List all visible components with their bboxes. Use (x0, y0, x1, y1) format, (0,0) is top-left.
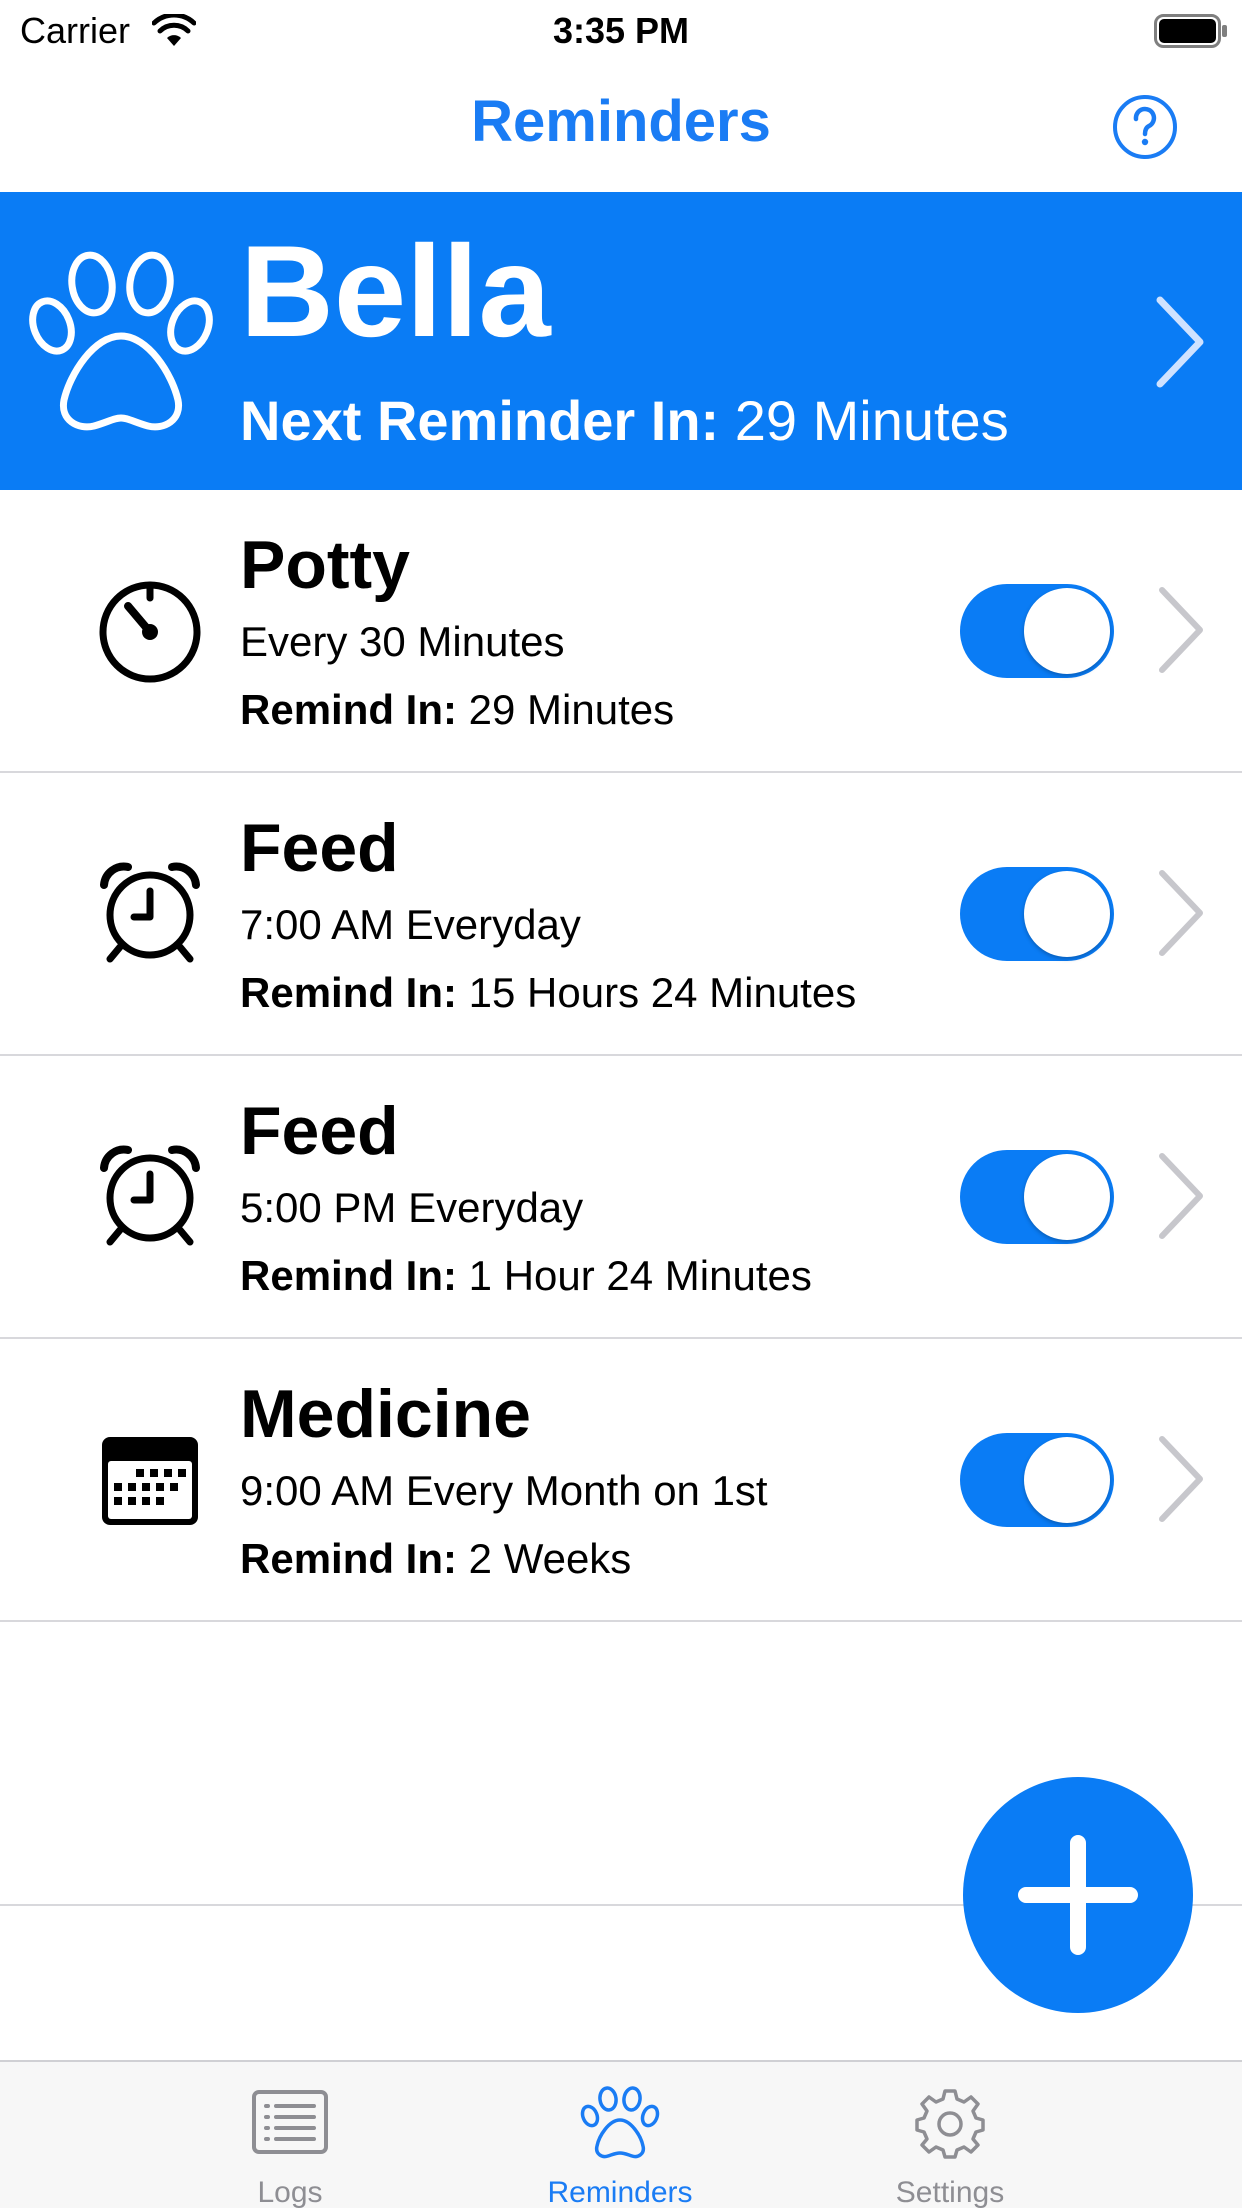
next-reminder-label: Next Reminder In: (240, 389, 720, 452)
reminder-row[interactable]: Medicine 9:00 AM Every Month on 1st Remi… (0, 1339, 1242, 1622)
chevron-right-icon (1159, 1436, 1203, 1522)
tab-bar: Logs Reminders Settings (0, 2060, 1242, 2208)
reminder-toggle[interactable] (960, 1150, 1114, 1244)
paw-icon (29, 251, 213, 431)
alarm-clock-icon (100, 862, 200, 963)
reminder-countdown: Remind In: 2 Weeks (240, 1535, 632, 1582)
chevron-right-icon (1159, 587, 1203, 673)
reminder-toggle[interactable] (960, 584, 1114, 678)
reminder-row[interactable]: Feed 7:00 AM Everyday Remind In: 15 Hour… (0, 773, 1242, 1056)
page-title: Reminders (471, 89, 771, 154)
reminder-schedule: 5:00 PM Everyday (240, 1184, 584, 1231)
reminder-row[interactable]: Potty Every 30 Minutes Remind In: 29 Min… (0, 490, 1242, 773)
timer-icon (99, 581, 201, 683)
next-reminder-value: 29 Minutes (734, 389, 1009, 452)
tab-label: Reminders (547, 2176, 693, 2208)
nav-bar: Reminders (0, 62, 1242, 192)
dog-header[interactable]: Bella Next Reminder In: 29 Minutes (0, 192, 1242, 490)
reminder-schedule: 9:00 AM Every Month on 1st (240, 1467, 768, 1514)
paw-icon (580, 2086, 660, 2159)
plus-icon (1018, 1835, 1138, 1955)
reminder-toggle[interactable] (960, 1433, 1114, 1527)
battery-icon (1154, 14, 1227, 48)
gear-icon (915, 2089, 985, 2159)
tab-settings[interactable]: Settings (830, 2062, 1070, 2208)
status-time: 3:35 PM (552, 10, 690, 51)
reminder-toggle[interactable] (960, 867, 1114, 961)
help-icon[interactable] (1112, 94, 1178, 160)
reminder-title: Potty (240, 527, 410, 603)
add-reminder-button[interactable] (963, 1777, 1193, 2013)
chevron-right-icon (1159, 1153, 1203, 1239)
reminder-schedule: Every 30 Minutes (240, 618, 565, 665)
chevron-right-icon (1159, 870, 1203, 956)
reminder-schedule: 7:00 AM Everyday (240, 901, 581, 948)
calendar-icon (102, 1437, 198, 1525)
tab-label: Logs (257, 2176, 323, 2208)
reminder-countdown: Remind In: 15 Hours 24 Minutes (240, 969, 857, 1016)
alarm-clock-icon (100, 1145, 200, 1246)
reminder-countdown: Remind In: 29 Minutes (240, 686, 675, 733)
tab-reminders[interactable]: Reminders (500, 2062, 740, 2208)
reminder-title: Feed (240, 1093, 399, 1169)
tab-label: Settings (895, 2176, 1005, 2208)
status-bar: Carrier 3:35 PM (0, 0, 1242, 62)
reminder-row[interactable]: Feed 5:00 PM Everyday Remind In: 1 Hour … (0, 1056, 1242, 1339)
next-reminder-line: Next Reminder In: 29 Minutes (240, 388, 1009, 453)
list-icon (252, 2090, 328, 2154)
tab-logs[interactable]: Logs (170, 2062, 410, 2208)
reminder-countdown: Remind In: 1 Hour 24 Minutes (240, 1252, 812, 1299)
reminder-title: Feed (240, 810, 399, 886)
chevron-right-icon (1156, 296, 1204, 388)
dog-name: Bella (240, 218, 551, 364)
reminder-title: Medicine (240, 1376, 531, 1452)
